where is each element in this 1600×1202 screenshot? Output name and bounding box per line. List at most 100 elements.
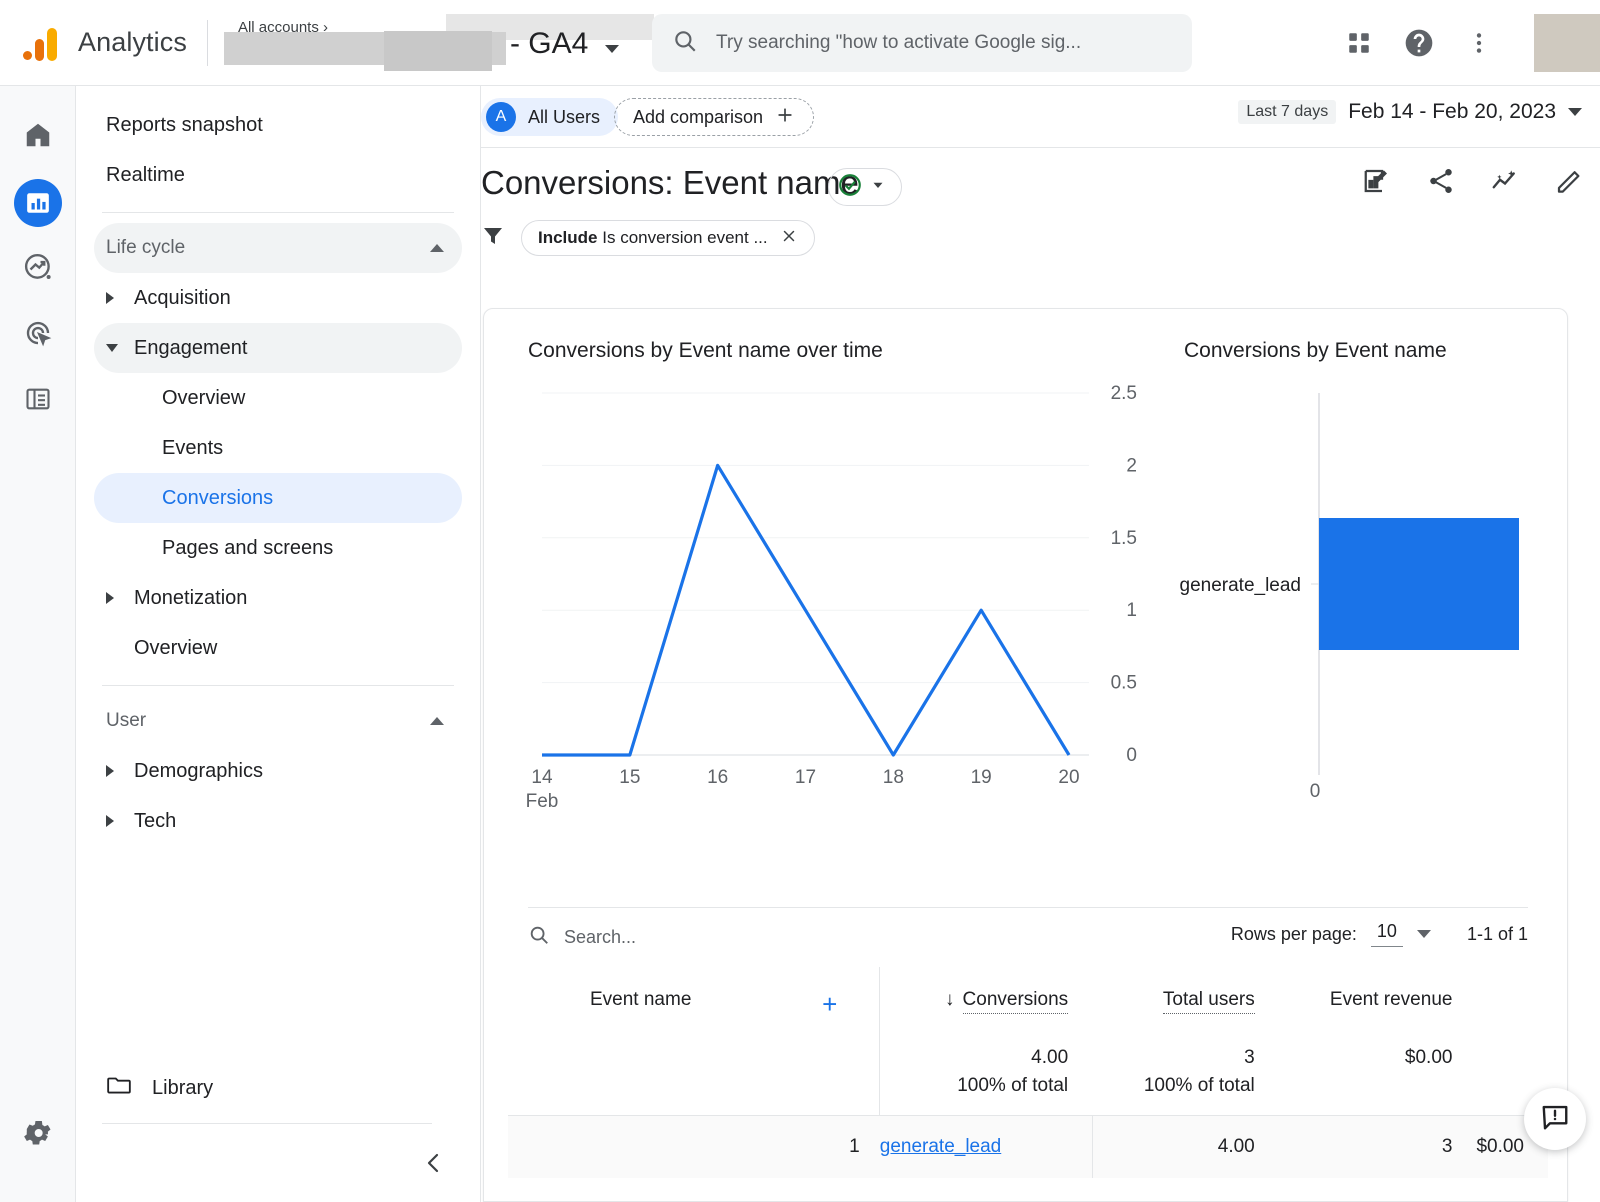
advertising-target-icon bbox=[23, 318, 53, 353]
configure-list-icon bbox=[24, 385, 52, 418]
event-name-link[interactable]: generate_lead bbox=[880, 1136, 1002, 1157]
main-content: A All Users Add comparison Last 7 days F… bbox=[481, 86, 1600, 1202]
rail-item-admin[interactable] bbox=[0, 1117, 76, 1154]
compare-sparkle-icon[interactable] bbox=[1490, 166, 1520, 201]
breadcrumb-label: All accounts bbox=[238, 19, 319, 36]
sidebar-item-label: Engagement bbox=[134, 337, 247, 360]
date-range-selector[interactable]: Last 7 days Feb 14 - Feb 20, 2023 bbox=[1238, 100, 1582, 124]
sidebar-item-tech[interactable]: Tech bbox=[94, 796, 462, 846]
table-summary-sub-row: 100% of total 100% of total bbox=[508, 1075, 1548, 1116]
ga4-app-window: Analytics All accounts › - GA4 Try searc… bbox=[0, 0, 1600, 1202]
column-label: Event revenue bbox=[1330, 989, 1453, 1010]
analytics-logo-icon bbox=[16, 19, 64, 67]
tri-right-icon bbox=[106, 292, 132, 304]
search-icon bbox=[528, 924, 550, 951]
svg-text:0: 0 bbox=[1310, 781, 1321, 802]
rail-item-advertising[interactable] bbox=[0, 302, 76, 368]
sidebar-item-pages-and-screens[interactable]: Pages and screens bbox=[94, 523, 462, 573]
sidebar-item-conversions[interactable]: Conversions bbox=[94, 473, 462, 523]
help-circle-icon[interactable] bbox=[1402, 26, 1436, 60]
svg-text:1.5: 1.5 bbox=[1111, 528, 1137, 549]
rail-item-explore[interactable] bbox=[0, 236, 76, 302]
filter-row: Include Is conversion event ... bbox=[481, 220, 815, 256]
column-header-total-users[interactable]: Total users bbox=[1092, 967, 1279, 1033]
sidebar-item-realtime[interactable]: Realtime bbox=[94, 150, 462, 200]
sidebar-item-engagement-overview[interactable]: Overview bbox=[94, 373, 462, 423]
sidebar-item-label: Reports snapshot bbox=[106, 114, 263, 137]
svg-text:1: 1 bbox=[1126, 600, 1137, 621]
chevron-up-icon bbox=[430, 244, 444, 252]
column-header-event-name[interactable]: Event name + bbox=[508, 967, 880, 1033]
summary-event-revenue: $0.00 bbox=[1279, 1033, 1477, 1075]
sidebar-item-demographics[interactable]: Demographics bbox=[94, 746, 462, 796]
add-dimension-plus-icon[interactable]: + bbox=[822, 989, 837, 1020]
header-icon-group bbox=[1342, 0, 1600, 86]
segment-avatar-icon: A bbox=[486, 102, 516, 132]
table-search-row: Search... Rows per page: 10 1-1 of 1 bbox=[528, 907, 1528, 967]
chevron-down-icon[interactable] bbox=[1417, 930, 1431, 938]
search-input[interactable]: Try searching "how to activate Google si… bbox=[652, 14, 1192, 72]
property-suffix-label: - GA4 bbox=[510, 27, 588, 61]
top-header-bar: Analytics All accounts › - GA4 Try searc… bbox=[0, 0, 1600, 86]
sidebar-item-monetization[interactable]: Monetization bbox=[94, 573, 462, 623]
feedback-button[interactable] bbox=[1524, 1088, 1586, 1150]
search-icon bbox=[672, 28, 698, 59]
svg-text:Feb: Feb bbox=[526, 791, 559, 812]
chevron-left-icon bbox=[422, 1162, 446, 1179]
sidebar-item-label: Demographics bbox=[134, 760, 263, 783]
plus-icon bbox=[775, 105, 795, 130]
sidebar-item-library[interactable]: Library bbox=[94, 1074, 213, 1102]
chevron-down-icon[interactable] bbox=[605, 45, 619, 53]
explore-trend-icon bbox=[23, 252, 53, 287]
sidebar-divider bbox=[102, 212, 454, 213]
row-total-users: 3 bbox=[1279, 1116, 1477, 1179]
column-label: Conversions bbox=[963, 989, 1069, 1014]
sidebar-item-monetization-overview[interactable]: Overview bbox=[94, 623, 462, 673]
sidebar-item-events[interactable]: Events bbox=[94, 423, 462, 473]
collapse-menu-button[interactable] bbox=[422, 1151, 446, 1180]
brand-divider bbox=[207, 20, 208, 66]
svg-text:generate_lead: generate_lead bbox=[1180, 575, 1302, 596]
table-search-input[interactable]: Search... bbox=[528, 924, 636, 951]
close-icon[interactable] bbox=[780, 227, 798, 250]
rows-per-page-label: Rows per page: bbox=[1231, 924, 1357, 945]
sidebar-section-user[interactable]: User bbox=[94, 696, 462, 746]
rail-item-reports[interactable] bbox=[0, 170, 76, 236]
table-pagination: Rows per page: 10 1-1 of 1 bbox=[1231, 921, 1528, 947]
summary-conversions-sub: 100% of total bbox=[880, 1075, 1092, 1116]
rows-per-page-select[interactable]: 10 bbox=[1371, 921, 1403, 947]
date-range-label: Feb 14 - Feb 20, 2023 bbox=[1348, 100, 1556, 124]
filter-chip[interactable]: Include Is conversion event ... bbox=[521, 220, 815, 256]
svg-text:17: 17 bbox=[795, 767, 816, 788]
row-event-name[interactable]: generate_lead bbox=[880, 1116, 1092, 1179]
column-header-conversions[interactable]: ↓Conversions bbox=[880, 967, 1092, 1033]
sidebar-item-label: Pages and screens bbox=[162, 537, 333, 560]
svg-text:2.5: 2.5 bbox=[1111, 383, 1137, 404]
rail-item-configure[interactable] bbox=[0, 368, 76, 434]
sidebar-item-reports-snapshot[interactable]: Reports snapshot bbox=[94, 100, 462, 150]
tri-down-icon bbox=[106, 344, 132, 352]
sidebar-navigation: Reports snapshot Realtime Life cycle Acq… bbox=[76, 86, 481, 1202]
insights-report-icon[interactable] bbox=[1362, 166, 1392, 201]
share-icon[interactable] bbox=[1426, 166, 1456, 201]
report-status-badge[interactable] bbox=[828, 168, 902, 206]
rail-item-home[interactable] bbox=[0, 104, 76, 170]
account-property-selector[interactable]: All accounts › - GA4 bbox=[224, 7, 624, 79]
sidebar-section-life-cycle[interactable]: Life cycle bbox=[94, 223, 462, 273]
summary-event-revenue-sub bbox=[1279, 1075, 1477, 1116]
column-header-event-revenue[interactable]: Event revenue bbox=[1279, 967, 1477, 1033]
apps-grid-icon[interactable] bbox=[1342, 26, 1376, 60]
reports-bar-chart-icon bbox=[14, 179, 62, 227]
breadcrumb[interactable]: All accounts › bbox=[238, 19, 328, 36]
edit-pencil-icon[interactable] bbox=[1554, 166, 1584, 201]
segment-chip-all-users[interactable]: A All Users bbox=[481, 98, 618, 136]
tri-right-icon bbox=[106, 592, 132, 604]
table-row[interactable]: 1 generate_lead 4.00 3 $0.00 bbox=[508, 1116, 1548, 1179]
add-comparison-button[interactable]: Add comparison bbox=[614, 98, 814, 136]
sidebar-item-acquisition[interactable]: Acquisition bbox=[94, 273, 462, 323]
svg-text:20: 20 bbox=[1058, 767, 1079, 788]
more-vertical-icon[interactable] bbox=[1462, 26, 1496, 60]
avatar[interactable] bbox=[1534, 14, 1600, 72]
page-title: Conversions: Event name bbox=[481, 164, 859, 202]
sidebar-item-engagement[interactable]: Engagement bbox=[94, 323, 462, 373]
